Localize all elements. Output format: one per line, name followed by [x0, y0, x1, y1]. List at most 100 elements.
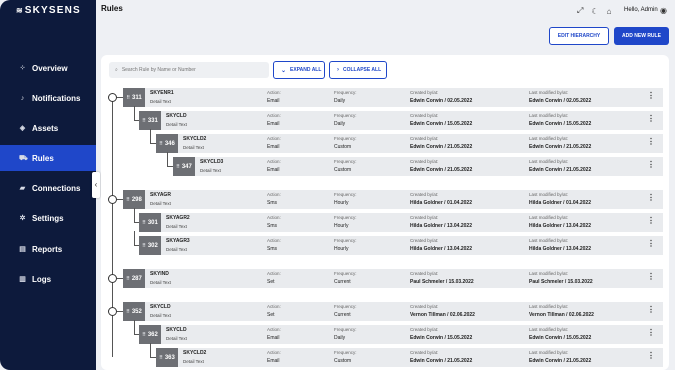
- more-options-icon[interactable]: ⋮: [647, 115, 655, 123]
- rule-row[interactable]: ⠿ 302 SKYAGR3 Detail Text Action: Sms Frequenc…: [139, 236, 663, 255]
- rule-id-badge[interactable]: ⠿ 302: [139, 236, 161, 255]
- action-label: Action:: [267, 304, 281, 309]
- rule-id: 287: [131, 275, 142, 282]
- sidebar-item-assets[interactable]: ◈ Assets: [0, 115, 96, 141]
- rule-id: 363: [164, 354, 175, 361]
- drag-handle-icon[interactable]: ⠿: [142, 332, 146, 338]
- more-options-icon[interactable]: ⋮: [647, 352, 655, 360]
- edit-hierarchy-button[interactable]: EDIT HIERARCHY: [549, 27, 609, 45]
- rule-row[interactable]: ⠿ 301 SKYAGR2 Detail Text Action: Sms Frequenc…: [139, 213, 663, 232]
- drag-handle-icon[interactable]: ⠿: [142, 243, 146, 249]
- sidebar-item-rules[interactable]: ⛟ Rules: [0, 145, 96, 171]
- rule-row[interactable]: ⠿ 298 SKYAGR Detail Text Action: Sms Frequency…: [123, 190, 663, 209]
- rule-id-badge[interactable]: ⠿ 352: [123, 302, 145, 321]
- action-value: Email: [267, 144, 280, 150]
- collapse-all-button[interactable]: › COLLAPSE ALL: [329, 61, 387, 79]
- sidebar-item-reports[interactable]: ▤ Reports: [0, 236, 96, 262]
- search-input[interactable]: [121, 67, 252, 73]
- rule-id-badge[interactable]: ⠿ 363: [156, 348, 178, 367]
- rule-row[interactable]: ⠿ 347 SKYCLD3 Detail Text Action: Email Freque…: [173, 157, 663, 176]
- tree-branch-line: [134, 231, 135, 245]
- sidebar-item-logs[interactable]: ▥ Logs: [0, 266, 96, 292]
- modified-label: Last modified by/at:: [529, 271, 569, 276]
- frequency-value: Custom: [334, 167, 352, 173]
- drag-handle-icon[interactable]: ⠿: [126, 95, 130, 101]
- action-label: Action:: [267, 350, 281, 355]
- sidebar-item-settings[interactable]: ✲ Settings: [0, 205, 96, 231]
- brand-name: SKYSENS: [24, 5, 81, 16]
- rule-detail: Detail Text: [200, 168, 221, 173]
- more-options-icon[interactable]: ⋮: [647, 194, 655, 202]
- action-label: Action:: [267, 136, 281, 141]
- drag-handle-icon[interactable]: ⠿: [126, 197, 130, 203]
- modified-value: Edwin Corwin / 21.05.2022: [529, 358, 592, 364]
- frequency-label: Frequency:: [334, 238, 357, 243]
- more-options-icon[interactable]: ⋮: [647, 240, 655, 248]
- action-label: Action:: [267, 271, 281, 276]
- rule-id-badge[interactable]: ⠿ 362: [139, 325, 161, 344]
- modified-label: Last modified by/at:: [529, 327, 569, 332]
- modified-label: Last modified by/at:: [529, 238, 569, 243]
- more-options-icon[interactable]: ⋮: [647, 217, 655, 225]
- rule-row[interactable]: ⠿ 346 SKYCLD2 Detail Text Action: Email Freque…: [156, 134, 663, 153]
- drag-handle-icon[interactable]: ⠿: [126, 276, 130, 282]
- created-value: Edwin Corwin / 21.05.2022: [410, 167, 473, 173]
- sidebar-item-notifications[interactable]: ♪ Notifications: [0, 85, 96, 111]
- rule-name: SKYCLD: [166, 327, 187, 333]
- created-label: Created by/at:: [410, 271, 439, 276]
- rule-row[interactable]: ⠿ 311 SKYENR1 Detail Text Action: Email Freque…: [123, 88, 663, 107]
- sidebar-item-label: Settings: [32, 213, 64, 223]
- frequency-label: Frequency:: [334, 271, 357, 276]
- more-options-icon[interactable]: ⋮: [647, 273, 655, 281]
- tree-branch-line: [134, 106, 135, 120]
- fullscreen-icon[interactable]: ⤢: [577, 6, 583, 16]
- drag-handle-icon[interactable]: ⠿: [159, 141, 163, 147]
- user-icon[interactable]: ◉: [660, 6, 667, 15]
- lock-icon[interactable]: ⌂: [607, 7, 612, 16]
- created-label: Created by/at:: [410, 113, 439, 118]
- rule-id-badge[interactable]: ⠿ 347: [173, 157, 195, 176]
- rule-id: 331: [147, 117, 158, 124]
- chevron-right-icon: ›: [337, 67, 339, 73]
- drag-handle-icon[interactable]: ⠿: [142, 220, 146, 226]
- rule-id-badge[interactable]: ⠿ 331: [139, 111, 161, 130]
- rule-row[interactable]: ⠿ 363 SKYCLD2 Detail Text Action: Email Freque…: [156, 348, 663, 367]
- tree-node-icon: [108, 93, 117, 102]
- rule-id-badge[interactable]: ⠿ 301: [139, 213, 161, 232]
- action-value: Set: [267, 279, 275, 285]
- rule-row[interactable]: ⠿ 352 SKYCLD Detail Text Action: Set Frequency…: [123, 302, 663, 321]
- rule-id-badge[interactable]: ⠿ 346: [156, 134, 178, 153]
- more-options-icon[interactable]: ⋮: [647, 306, 655, 314]
- rule-row[interactable]: ⠿ 362 SKYCLD Detail Text Action: Email Frequen…: [139, 325, 663, 344]
- rule-id-badge[interactable]: ⠿ 287: [123, 269, 145, 288]
- tree-node-icon: [108, 307, 117, 316]
- sidebar-collapse-icon[interactable]: ‹: [92, 172, 100, 198]
- frequency-value: Daily: [334, 335, 346, 341]
- drag-handle-icon[interactable]: ⠿: [159, 355, 163, 361]
- frequency-value: Custom: [334, 144, 352, 150]
- frequency-label: Frequency:: [334, 136, 357, 141]
- more-options-icon[interactable]: ⋮: [647, 329, 655, 337]
- rule-row[interactable]: ⠿ 331 SKYCLD Detail Text Action: Email Frequen…: [139, 111, 663, 130]
- sidebar-item-overview[interactable]: ⁘ Overview: [0, 55, 96, 81]
- add-new-rule-button[interactable]: ADD NEW RULE: [614, 27, 669, 45]
- rule-id: 302: [147, 242, 158, 249]
- more-options-icon[interactable]: ⋮: [647, 138, 655, 146]
- theme-moon-icon[interactable]: ☾: [591, 7, 598, 16]
- sidebar-item-connections[interactable]: ▰ Connections: [0, 175, 96, 201]
- modified-value: Hilda Goldner / 01.04.2022: [529, 200, 591, 206]
- action-value: Email: [267, 167, 280, 173]
- expand-all-button[interactable]: ⌄ EXPAND ALL: [273, 61, 325, 79]
- rule-id-badge[interactable]: ⠿ 298: [123, 190, 145, 209]
- action-value: Email: [267, 358, 280, 364]
- rule-id-badge[interactable]: ⠿ 311: [123, 88, 145, 107]
- drag-handle-icon[interactable]: ⠿: [126, 309, 130, 315]
- search-box[interactable]: ⌕: [109, 62, 269, 78]
- more-options-icon[interactable]: ⋮: [647, 92, 655, 100]
- drag-handle-icon[interactable]: ⠿: [176, 164, 180, 170]
- frequency-label: Frequency:: [334, 327, 357, 332]
- rule-row[interactable]: ⠿ 287 SKYIND Detail Text Action: Set Frequency…: [123, 269, 663, 288]
- more-options-icon[interactable]: ⋮: [647, 161, 655, 169]
- tree-branch-line: [134, 208, 135, 222]
- drag-handle-icon[interactable]: ⠿: [142, 118, 146, 124]
